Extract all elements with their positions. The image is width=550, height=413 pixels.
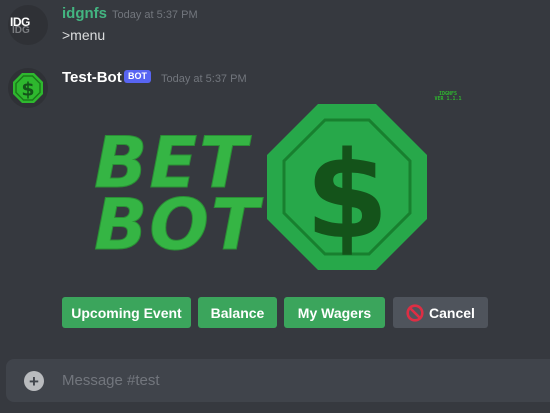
button-label: Cancel [429,304,475,321]
upcoming-event-button[interactable]: Upcoming Event [62,297,191,328]
avatar[interactable]: IDG IDG [8,5,48,45]
author-name[interactable]: idgnfs [62,5,107,22]
bot-badge: BOT [124,70,151,83]
message-composer[interactable]: + Message #test [6,359,550,402]
message-content: >menu [62,27,106,43]
button-label: Balance [210,304,265,321]
button-label: My Wagers [297,304,372,321]
bot-text: BOT [94,184,264,266]
no-entry-icon [406,303,424,322]
plus-circle-icon[interactable]: + [24,371,44,391]
dollar-symbol: $ [305,127,389,266]
avatar[interactable]: $ [8,68,48,108]
svg-text:$: $ [21,79,34,101]
dollar-octagon-icon: $ [13,73,43,103]
corner-text-2: VER 1.1.1 [434,96,461,102]
timestamp: Today at 5:37 PM [112,9,198,21]
author-name[interactable]: Test-Bot [62,69,122,86]
avatar-text-shadow: IDG [12,25,30,36]
button-label: Upcoming Event [71,304,182,321]
timestamp: Today at 5:37 PM [161,73,247,85]
balance-button[interactable]: Balance [198,297,277,328]
my-wagers-button[interactable]: My Wagers [284,297,385,328]
bet-bot-image[interactable]: $ BET BOT IDGNFS VER 1.1.1 [62,88,482,286]
message-input[interactable]: Message #test [62,372,160,389]
cancel-button[interactable]: Cancel [393,297,488,328]
